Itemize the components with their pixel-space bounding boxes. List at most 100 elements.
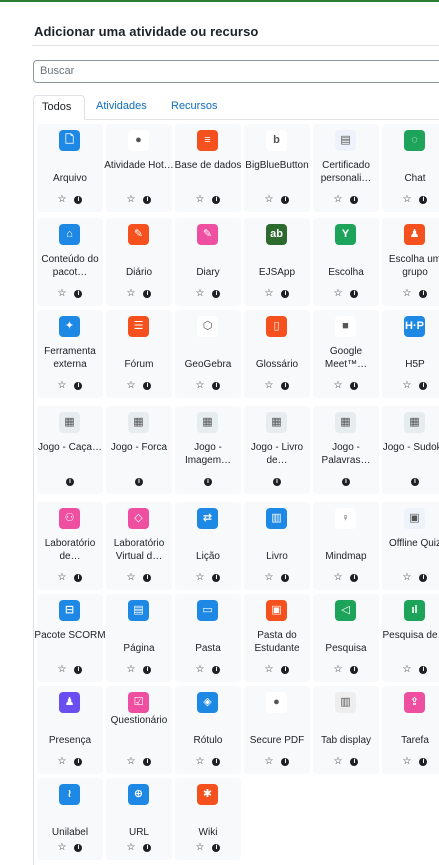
star-icon[interactable]: ☆ [265, 194, 274, 205]
star-icon[interactable]: ☆ [334, 288, 343, 299]
activity-tile[interactable]: ◈ Rótulo ☆ i [175, 686, 241, 774]
star-icon[interactable]: ☆ [58, 664, 67, 675]
star-icon[interactable]: ☆ [58, 842, 67, 853]
info-icon[interactable]: i [350, 574, 359, 582]
info-icon[interactable]: i [281, 196, 290, 204]
search-input[interactable]: Buscar [33, 60, 439, 83]
info-icon[interactable]: i [74, 844, 83, 852]
activity-tile[interactable]: ▥ Livro ☆ i [244, 502, 310, 590]
activity-tile[interactable]: ▦ Jogo - Caça… i [37, 406, 103, 494]
star-icon[interactable]: ☆ [127, 380, 136, 391]
activity-tile[interactable]: ◁ Pesquisa ☆ i [313, 594, 379, 682]
star-icon[interactable]: ☆ [58, 288, 67, 299]
star-icon[interactable]: ☆ [196, 288, 205, 299]
info-icon[interactable]: i [419, 758, 428, 766]
activity-tile[interactable]: ⇪ Tarefa ☆ i [382, 686, 439, 774]
info-icon[interactable]: i [419, 382, 428, 390]
activity-tile[interactable]: ▯ Glossário ☆ i [244, 310, 310, 398]
activity-tile[interactable]: ▣ Offline Quiz ☆ i [382, 502, 439, 590]
activity-tile[interactable]: ▦ Jogo - Imagem… i [175, 406, 241, 494]
activity-tile[interactable]: ▤ Página ☆ i [106, 594, 172, 682]
info-icon[interactable]: i [74, 758, 83, 766]
activity-tile[interactable]: ☑ Questionário ☆ i [106, 686, 172, 774]
info-icon[interactable]: i [419, 574, 428, 582]
info-icon[interactable]: i [143, 290, 152, 298]
star-icon[interactable]: ☆ [403, 380, 412, 391]
activity-tile[interactable]: ▥ Tab display ☆ i [313, 686, 379, 774]
star-icon[interactable]: ☆ [265, 572, 274, 583]
star-icon[interactable]: ☆ [403, 664, 412, 675]
activity-tile[interactable]: ✱ Wiki ☆ i [175, 778, 241, 860]
star-icon[interactable]: ☆ [334, 664, 343, 675]
activity-tile[interactable]: ≡ Base de dados ☆ i [175, 124, 241, 212]
info-icon[interactable]: i [350, 666, 359, 674]
info-icon[interactable]: i [281, 574, 290, 582]
star-icon[interactable]: ☆ [58, 756, 67, 767]
star-icon[interactable]: ☆ [265, 756, 274, 767]
activity-tile[interactable]: ▤ Certificado personali… ☆ i [313, 124, 379, 212]
activity-tile[interactable]: ● Atividade Hot… ☆ i [104, 124, 174, 212]
activity-tile[interactable]: ✎ Diário ☆ i [106, 218, 172, 306]
info-icon[interactable]: i [212, 574, 221, 582]
activity-tile[interactable]: ✦ Ferramenta externa ☆ i [37, 310, 103, 398]
star-icon[interactable]: ☆ [196, 664, 205, 675]
info-icon[interactable]: i [143, 758, 152, 766]
star-icon[interactable]: ☆ [58, 380, 67, 391]
tab-todos[interactable]: Todos [33, 95, 85, 120]
info-icon[interactable]: i [411, 478, 419, 486]
info-icon[interactable]: i [212, 844, 221, 852]
star-icon[interactable]: ☆ [196, 842, 205, 853]
star-icon[interactable]: ☆ [127, 842, 136, 853]
info-icon[interactable]: i [273, 478, 281, 486]
activity-tile[interactable]: ☰ Fórum ☆ i [106, 310, 172, 398]
info-icon[interactable]: i [342, 478, 350, 486]
star-icon[interactable]: ☆ [127, 572, 136, 583]
info-icon[interactable]: i [143, 844, 152, 852]
activity-tile[interactable]: ≀ Unilabel ☆ i [37, 778, 103, 860]
info-icon[interactable]: i [74, 574, 83, 582]
info-icon[interactable]: i [143, 574, 152, 582]
info-icon[interactable]: i [135, 478, 143, 486]
info-icon[interactable]: i [419, 196, 428, 204]
star-icon[interactable]: ☆ [58, 572, 67, 583]
info-icon[interactable]: i [212, 290, 221, 298]
activity-tile[interactable]: ⊟ Pacote SCORM ☆ i [34, 594, 106, 682]
star-icon[interactable]: ☆ [58, 194, 67, 205]
star-icon[interactable]: ☆ [403, 194, 412, 205]
info-icon[interactable]: i [66, 478, 74, 486]
star-icon[interactable]: ☆ [403, 288, 412, 299]
info-icon[interactable]: i [143, 666, 152, 674]
info-icon[interactable]: i [212, 196, 221, 204]
tab-recursos[interactable]: Recursos [163, 95, 225, 120]
star-icon[interactable]: ☆ [127, 664, 136, 675]
activity-tile[interactable]: ⚇ Laboratório de… ☆ i [37, 502, 103, 590]
activity-tile[interactable]: ⊕ URL ☆ i [106, 778, 172, 860]
info-icon[interactable]: i [143, 196, 152, 204]
info-icon[interactable]: i [143, 382, 152, 390]
activity-tile[interactable]: ⌂ Conteúdo do pacot… ☆ i [37, 218, 103, 306]
activity-tile[interactable]: ⇄ Lição ☆ i [175, 502, 241, 590]
star-icon[interactable]: ☆ [127, 756, 136, 767]
star-icon[interactable]: ☆ [334, 380, 343, 391]
activity-tile[interactable]: ● Secure PDF ☆ i [244, 686, 310, 774]
activity-tile[interactable]: ⬡ GeoGebra ☆ i [175, 310, 241, 398]
activity-tile[interactable]: ılPesquisa de…☆i [382, 594, 439, 682]
star-icon[interactable]: ☆ [403, 756, 412, 767]
star-icon[interactable]: ☆ [196, 572, 205, 583]
info-icon[interactable]: i [281, 758, 290, 766]
activity-tile[interactable]: b BigBlueButton ☆ i [244, 124, 310, 212]
activity-tile[interactable]: ♀ Mindmap ☆ i [313, 502, 379, 590]
info-icon[interactable]: i [212, 666, 221, 674]
star-icon[interactable]: ☆ [334, 756, 343, 767]
info-icon[interactable]: i [212, 382, 221, 390]
info-icon[interactable]: i [350, 382, 359, 390]
activity-tile[interactable]: ◇ Laboratório Virtual d… ☆ i [106, 502, 172, 590]
info-icon[interactable]: i [350, 290, 359, 298]
activity-tile[interactable]: H·P H5P ☆ i [382, 310, 439, 398]
activity-tile[interactable]: 🗋 Arquivo ☆ i [37, 124, 103, 212]
star-icon[interactable]: ☆ [127, 194, 136, 205]
activity-tile[interactable]: Y Escolha ☆ i [313, 218, 379, 306]
info-icon[interactable]: i [419, 666, 428, 674]
info-icon[interactable]: i [74, 666, 83, 674]
activity-tile[interactable]: ✎ Diary ☆ i [175, 218, 241, 306]
